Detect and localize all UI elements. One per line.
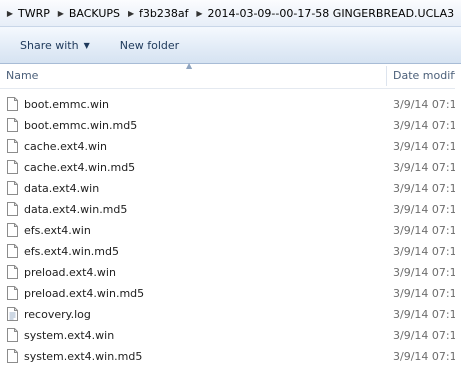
file-name: preload.ext4.win.md5 <box>24 287 145 300</box>
new-folder-label: New folder <box>119 38 180 52</box>
file-name: boot.emmc.win.md5 <box>24 119 138 132</box>
file-date: 3/9/14 07:18 <box>393 182 461 195</box>
file-row[interactable]: cache.ext4.win.md5 3/9/14 07:19 <box>0 157 461 178</box>
text-file-icon <box>7 307 18 321</box>
file-name: cache.ext4.win <box>24 140 107 153</box>
column-divider[interactable] <box>386 66 387 86</box>
share-with-label: Share with <box>20 38 79 52</box>
file-date: 3/9/14 07:17 <box>393 245 461 258</box>
file-date: 3/9/14 07:17 <box>393 98 461 111</box>
blank-file-icon <box>7 139 18 153</box>
file-name: preload.ext4.win <box>24 266 116 279</box>
breadcrumb[interactable]: ▶ TWRP ▶ BACKUPS ▶ f3b238af ▶ 2014-03-09… <box>0 0 461 27</box>
file-date: 3/9/14 07:17 <box>393 224 461 237</box>
blank-file-icon <box>7 118 18 132</box>
chevron-right-icon[interactable]: ▶ <box>2 9 18 18</box>
blank-file-icon <box>7 97 18 111</box>
chevron-right-icon[interactable]: ▶ <box>123 9 139 18</box>
sort-ascending-icon: ▲ <box>186 61 193 70</box>
chevron-right-icon[interactable]: ▶ <box>53 9 69 18</box>
share-with-button[interactable]: Share with ▼ <box>14 33 96 57</box>
file-name: data.ext4.win <box>24 182 100 195</box>
file-name: boot.emmc.win <box>24 98 110 111</box>
file-date: 3/9/14 07:18 <box>393 203 461 216</box>
command-bar: Share with ▼ New folder <box>0 27 461 64</box>
file-row[interactable]: data.ext4.win.md5 3/9/14 07:18 <box>0 199 461 220</box>
file-row[interactable]: boot.emmc.win.md5 3/9/14 07:17 <box>0 115 461 136</box>
file-date: 3/9/14 07:17 <box>393 119 461 132</box>
column-header: Name ▲ Date modifie <box>0 61 461 89</box>
file-name: system.ext4.win.md5 <box>24 350 143 363</box>
blank-file-icon <box>7 160 18 174</box>
breadcrumb-item-backups[interactable]: BACKUPS <box>69 7 123 20</box>
explorer-window: ▶ TWRP ▶ BACKUPS ▶ f3b238af ▶ 2014-03-09… <box>0 0 461 377</box>
file-date: 3/9/14 07:19 <box>393 287 461 300</box>
file-row[interactable]: cache.ext4.win 3/9/14 07:19 <box>0 136 461 157</box>
blank-file-icon <box>7 244 18 258</box>
breadcrumb-item-backup-folder[interactable]: 2014-03-09--00-17-58 GINGERBREAD.UCLA3 <box>208 7 458 20</box>
breadcrumb-item-twrp[interactable]: TWRP <box>18 7 53 20</box>
file-name: recovery.log <box>24 308 91 321</box>
vertical-scrollbar[interactable] <box>455 64 461 377</box>
blank-file-icon <box>7 328 18 342</box>
file-row[interactable]: efs.ext4.win.md5 3/9/14 07:17 <box>0 241 461 262</box>
file-row[interactable]: system.ext4.win.md5 3/9/14 07:18 <box>0 346 461 367</box>
blank-file-icon <box>7 181 18 195</box>
file-name: efs.ext4.win.md5 <box>24 245 119 258</box>
column-header-date-modified[interactable]: Date modifie <box>393 64 461 88</box>
file-row[interactable]: efs.ext4.win 3/9/14 07:17 <box>0 220 461 241</box>
blank-file-icon <box>7 265 18 279</box>
blank-file-icon <box>7 223 18 237</box>
file-name: system.ext4.win <box>24 329 115 342</box>
file-name: cache.ext4.win.md5 <box>24 161 136 174</box>
file-name: data.ext4.win.md5 <box>24 203 128 216</box>
file-date: 3/9/14 07:18 <box>393 329 461 342</box>
new-folder-button[interactable]: New folder <box>114 33 185 57</box>
file-row[interactable]: data.ext4.win 3/9/14 07:18 <box>0 178 461 199</box>
file-row[interactable]: preload.ext4.win.md5 3/9/14 07:19 <box>0 283 461 304</box>
file-row[interactable]: system.ext4.win 3/9/14 07:18 <box>0 325 461 346</box>
breadcrumb-item-device[interactable]: f3b238af <box>139 7 191 20</box>
file-date: 3/9/14 07:18 <box>393 350 461 363</box>
chevron-right-icon[interactable]: ▶ <box>192 9 208 18</box>
file-date: 3/9/14 07:19 <box>393 308 461 321</box>
file-date: 3/9/14 07:19 <box>393 161 461 174</box>
blank-file-icon <box>7 286 18 300</box>
blank-file-icon <box>7 202 18 216</box>
file-row[interactable]: recovery.log 3/9/14 07:19 <box>0 304 461 325</box>
file-date: 3/9/14 07:19 <box>393 266 461 279</box>
file-row[interactable]: preload.ext4.win 3/9/14 07:19 <box>0 262 461 283</box>
column-header-name[interactable]: Name <box>6 64 38 88</box>
file-list: boot.emmc.win 3/9/14 07:17 boot.emmc.win… <box>0 94 461 367</box>
file-date: 3/9/14 07:19 <box>393 140 461 153</box>
file-name: efs.ext4.win <box>24 224 91 237</box>
dropdown-arrow-icon: ▼ <box>83 40 90 50</box>
blank-file-icon <box>7 349 18 363</box>
file-row[interactable]: boot.emmc.win 3/9/14 07:17 <box>0 94 461 115</box>
